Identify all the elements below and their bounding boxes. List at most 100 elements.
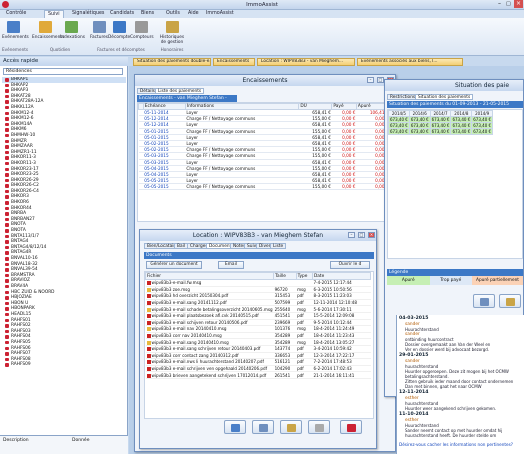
- maximize-icon[interactable]: □: [358, 232, 365, 238]
- tab-situation-paiements[interactable]: Situation des paiements double-e...: [133, 58, 211, 66]
- file-icon: [146, 347, 151, 352]
- location-tab[interactable]: Liste: [270, 243, 287, 249]
- search-button[interactable]: [473, 294, 495, 308]
- tab-evenements-associes[interactable]: Evénements associés aux biens, l...: [357, 58, 463, 66]
- payments-table: Echéance Informations DÛ Payé Apuré 05-11-20…: [138, 103, 388, 191]
- documents-col-header[interactable]: Type: [295, 272, 313, 280]
- close-icon[interactable]: ×: [368, 232, 375, 238]
- subtab-liste-paiements[interactable]: Liste des paiements: [155, 88, 205, 94]
- ribbon-tab-suivi[interactable]: Suivi: [44, 10, 64, 18]
- evenements-button[interactable]: Evénements: [2, 21, 29, 40]
- situation-col-header: 2014/7: [429, 110, 452, 117]
- encaissements-button[interactable]: Encaissements: [32, 21, 64, 40]
- situation-cell: 673,40 €: [450, 128, 473, 135]
- location-tab[interactable]: Bail: [174, 243, 188, 249]
- save-button[interactable]: [224, 420, 246, 434]
- table-cell: 18-4-2014 11:23:43: [312, 332, 371, 340]
- note-line: huurachterstand heeft. De huurder stelde…: [405, 433, 497, 438]
- table-cell: pdf: [296, 365, 313, 373]
- historiques-button[interactable]: Historiques de gestion: [158, 21, 186, 45]
- subtab-restrictions[interactable]: Restrictions: [387, 94, 419, 100]
- table-row[interactable]: wipv83b3 corr contact zang 20140312.pdf 3…: [145, 352, 371, 360]
- situation-cell: 673,40 €: [388, 128, 410, 135]
- table-row[interactable]: wipv83b3 e-mail.sang 20140410.msg 354289 m…: [145, 338, 371, 346]
- documents-col-header[interactable]: Taille: [273, 272, 297, 280]
- residences-filter[interactable]: Résidences: [3, 68, 123, 75]
- table-cell: 354289: [273, 332, 297, 340]
- title-bar: ImmoAssist – □ ×: [0, 0, 524, 10]
- ribbon-tab-immoassist[interactable]: ImmoAssist: [206, 11, 234, 16]
- ribbon-tab-biens[interactable]: Biens: [141, 11, 154, 16]
- col-donnee: Donnée: [72, 438, 90, 443]
- table-row[interactable]: wipv83b3-e-mail.fw.msg 7-4-2015 12:17:44: [145, 279, 371, 287]
- copy-button[interactable]: [252, 420, 274, 434]
- decompte-button[interactable]: Décompte: [108, 21, 130, 40]
- table-cell: 239669: [273, 319, 297, 327]
- table-cell: 354289: [273, 338, 297, 346]
- subtab-situation-paiements[interactable]: Situation des paiements: [415, 94, 474, 100]
- encaissements-header-bar: Encaissements - van Mieghem Stefan - WIP…: [137, 95, 237, 108]
- email-button[interactable]: Email: [218, 261, 244, 269]
- history-button[interactable]: [280, 420, 302, 434]
- table-row[interactable]: wipv83b3 e-mail.sang 20141112.pdf 507599 p…: [145, 299, 371, 307]
- file-icon: [146, 307, 151, 312]
- minimize-icon[interactable]: –: [367, 77, 374, 83]
- minimize-icon[interactable]: –: [498, 1, 505, 8]
- table-cell: 101376: [273, 325, 297, 333]
- table-cell: wipv83b3 hd overzicht 20150304.pdf: [145, 292, 274, 300]
- table-row[interactable]: wipv83b3 e-mail schijven retour 20140506…: [145, 319, 371, 327]
- tab-encaissements[interactable]: Encaissements: [213, 58, 255, 66]
- open-document-button[interactable]: Ouvrir le d: [330, 261, 370, 269]
- table-row[interactable]: wipv83b3 corr nav 20140410.msg 354289 pdf 1…: [145, 332, 371, 340]
- shield-button[interactable]: [308, 420, 330, 434]
- residence-item[interactable]: RAHFS09: [2, 362, 126, 368]
- file-icon: [146, 353, 151, 358]
- table-cell: 96720: [273, 286, 297, 294]
- indexations-button[interactable]: Indexations: [60, 21, 85, 40]
- close-icon[interactable]: ×: [514, 0, 523, 8]
- table-row[interactable]: wipv83b3 e-mail.sang schrijven retour 20…: [145, 345, 371, 353]
- hide-irrelevant-link[interactable]: Désirez-vous cacher les informations non…: [399, 442, 513, 447]
- ribbon-tab-candidats[interactable]: Candidats: [110, 11, 134, 16]
- table-cell: 516121: [273, 358, 297, 366]
- compteurs-button[interactable]: Compteurs: [130, 21, 154, 40]
- table-row[interactable]: wipv83b3 e-mail schrijven ven opgehaald …: [145, 365, 371, 373]
- table-row[interactable]: wipv83b3 e-mail plaatsbezoek afl.cvk 201…: [145, 312, 371, 320]
- table-row[interactable]: wipv83b3 hd overzicht 20150304.pdf 315453…: [145, 292, 371, 300]
- calendar-icon: [6, 21, 20, 33]
- situation-cell: 673,40 €: [408, 128, 431, 135]
- ribbon-tab-signaletiques[interactable]: Signalétiques: [72, 11, 104, 16]
- table-cell: 6-3-2015 10:50:56: [312, 286, 371, 294]
- generate-document-button[interactable]: Générer un document: [146, 261, 202, 269]
- ribbon-tab-aide[interactable]: Aide: [188, 11, 199, 16]
- factures-button[interactable]: Factures: [88, 21, 110, 40]
- legend-title: Légende: [387, 269, 523, 276]
- delete-icon: [347, 424, 356, 432]
- delete-button[interactable]: [340, 420, 362, 434]
- print-button[interactable]: [499, 294, 521, 308]
- file-icon: [146, 301, 151, 306]
- app-logo-icon[interactable]: [2, 1, 9, 8]
- notes-list: 04-03-2015 sander Huurachterstand sander ont…: [397, 315, 524, 438]
- table-row[interactable]: wipv83b3 e-mail.nws li huurachterstand 2…: [145, 358, 371, 366]
- table-row[interactable]: wipv83b3 zoe.msg 96720 msg 6-3-2015 10:50:5…: [145, 286, 371, 294]
- ribbon-tab-outils[interactable]: Outils: [166, 11, 180, 16]
- file-icon: [146, 367, 151, 372]
- table-row[interactable]: wipv83b3 brieven aangetekend schrijven 1…: [145, 371, 371, 379]
- table-row[interactable]: wipv83b3 e-mail nav 20140410.msg 101376 ms…: [145, 325, 371, 333]
- documents-col-header[interactable]: Fichier: [145, 272, 275, 280]
- minimize-icon[interactable]: –: [348, 232, 355, 238]
- tab-location[interactable]: Location : WIPV83B3 - van Mieghem...: [257, 58, 355, 66]
- table-cell: 18-4-2014 13:05:27: [312, 338, 371, 346]
- maximize-icon[interactable]: □: [377, 77, 384, 83]
- table-row[interactable]: wipv83b3 e-mail schade betalingsoverzich…: [145, 305, 371, 313]
- table-row[interactable]: 05-05-2015 Charge FF / Nettoyage communs 1…: [138, 183, 388, 191]
- maximize-icon[interactable]: □: [506, 1, 513, 8]
- situation-cell: 673,40 €: [450, 122, 473, 129]
- documents-col-header[interactable]: Date: [311, 272, 372, 280]
- table-cell: wipv83b3 e-mail.nws li huurachterstand 2…: [145, 358, 274, 366]
- table-cell: 8-3-2015 11:23:03: [312, 292, 371, 300]
- history-icon: [287, 424, 296, 432]
- documents-grid: Fichier Taille Type Date wipv83b3-e-mail.fw…: [144, 271, 374, 419]
- ribbon-tab-controle[interactable]: Contrôle: [6, 11, 26, 16]
